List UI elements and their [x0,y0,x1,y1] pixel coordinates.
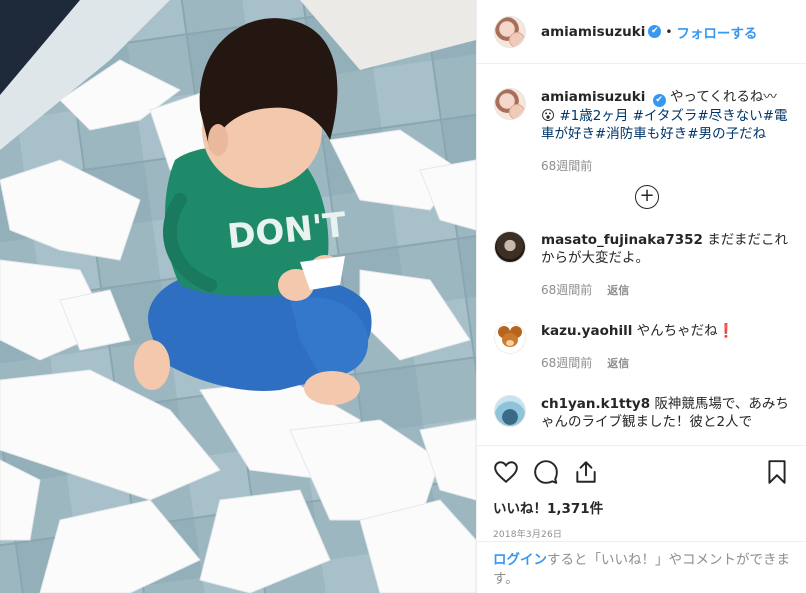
post-side-panel: amiamisuzuki ✔ • フォローする amiamisuzuki ✔ や… [476,0,806,593]
comment-username[interactable]: kazu.yaohill [541,323,632,339]
share-icon[interactable] [573,459,599,485]
comment: kazu.yaohill やんちゃだね❗ 68週間前 返信 [494,322,790,373]
comment-text: やんちゃだね❗ [636,323,735,339]
caption-body: amiamisuzuki ✔ やってくれるね〰😮 #1歳2ヶ月 #イタズラ#尽き… [541,88,790,175]
separator-dot: • [665,24,673,39]
comment-time[interactable]: 68週間前 [541,356,592,370]
comments-list[interactable]: amiamisuzuki ✔ やってくれるね〰😮 #1歳2ヶ月 #イタズラ#尽き… [477,64,806,445]
author-username[interactable]: amiamisuzuki [541,24,645,40]
post-photo[interactable]: DON'T [0,0,476,593]
verified-badge-icon: ✔ [648,25,662,38]
login-link[interactable]: ログイン [493,552,547,568]
caption-meta: 68週間前 [541,157,790,175]
avatar[interactable] [494,15,526,48]
comment-body: kazu.yaohill やんちゃだね❗ 68週間前 返信 [541,322,790,373]
comment-time[interactable]: 68週間前 [541,283,592,297]
photo-illustration: DON'T [0,0,476,593]
post-date[interactable]: 2018年3月26日 [493,527,790,540]
verified-badge-icon: ✔ [652,94,666,107]
heart-icon[interactable] [493,459,519,485]
comment-username[interactable]: masato_fujinaka7352 [541,232,703,248]
avatar[interactable] [494,231,526,263]
comment: masato_fujinaka7352 まだまだこれからが大変だよ。 68週間前… [494,231,790,300]
bookmark-icon[interactable] [764,459,790,485]
comment: ch1yan.k1tty8 阪神競馬場で、あみちゃんのライブ観ました！彼と2人で [494,395,790,431]
comment-username[interactable]: ch1yan.k1tty8 [541,396,650,412]
reply-button[interactable]: 返信 [607,357,629,370]
like-count[interactable]: いいね！1,371件 [493,497,790,517]
action-icons [493,458,790,486]
post-header: amiamisuzuki ✔ • フォローする [477,0,806,64]
avatar[interactable] [494,322,526,354]
caption-time[interactable]: 68週間前 [541,159,592,173]
avatar[interactable] [494,395,526,427]
caption: amiamisuzuki ✔ やってくれるね〰😮 #1歳2ヶ月 #イタズラ#尽き… [494,88,790,175]
follow-button[interactable]: フォローする [676,22,757,42]
avatar[interactable] [494,88,526,120]
reply-button[interactable]: 返信 [607,284,629,297]
load-more-comments-button[interactable]: + [494,185,790,209]
comment-meta: 68週間前 返信 [541,281,790,300]
comment-body: masato_fujinaka7352 まだまだこれからが大変だよ。 68週間前… [541,231,790,300]
mouse-character-icon [498,326,522,347]
caption-hashtags[interactable]: #1歳2ヶ月 #イタズラ#尽きない#電車が好き#消防車も好き#男の子だね [541,108,788,142]
caption-username[interactable]: amiamisuzuki [541,89,645,105]
post-actions: いいね！1,371件 2018年3月26日 [477,445,806,540]
comment-icon[interactable] [533,459,559,485]
login-prompt: ログインすると「いいね！」やコメントができます。 [477,541,806,593]
comment-meta: 68週間前 返信 [541,354,790,373]
plus-circle-icon: + [635,185,659,209]
comment-body: ch1yan.k1tty8 阪神競馬場で、あみちゃんのライブ観ました！彼と2人で [541,395,790,431]
